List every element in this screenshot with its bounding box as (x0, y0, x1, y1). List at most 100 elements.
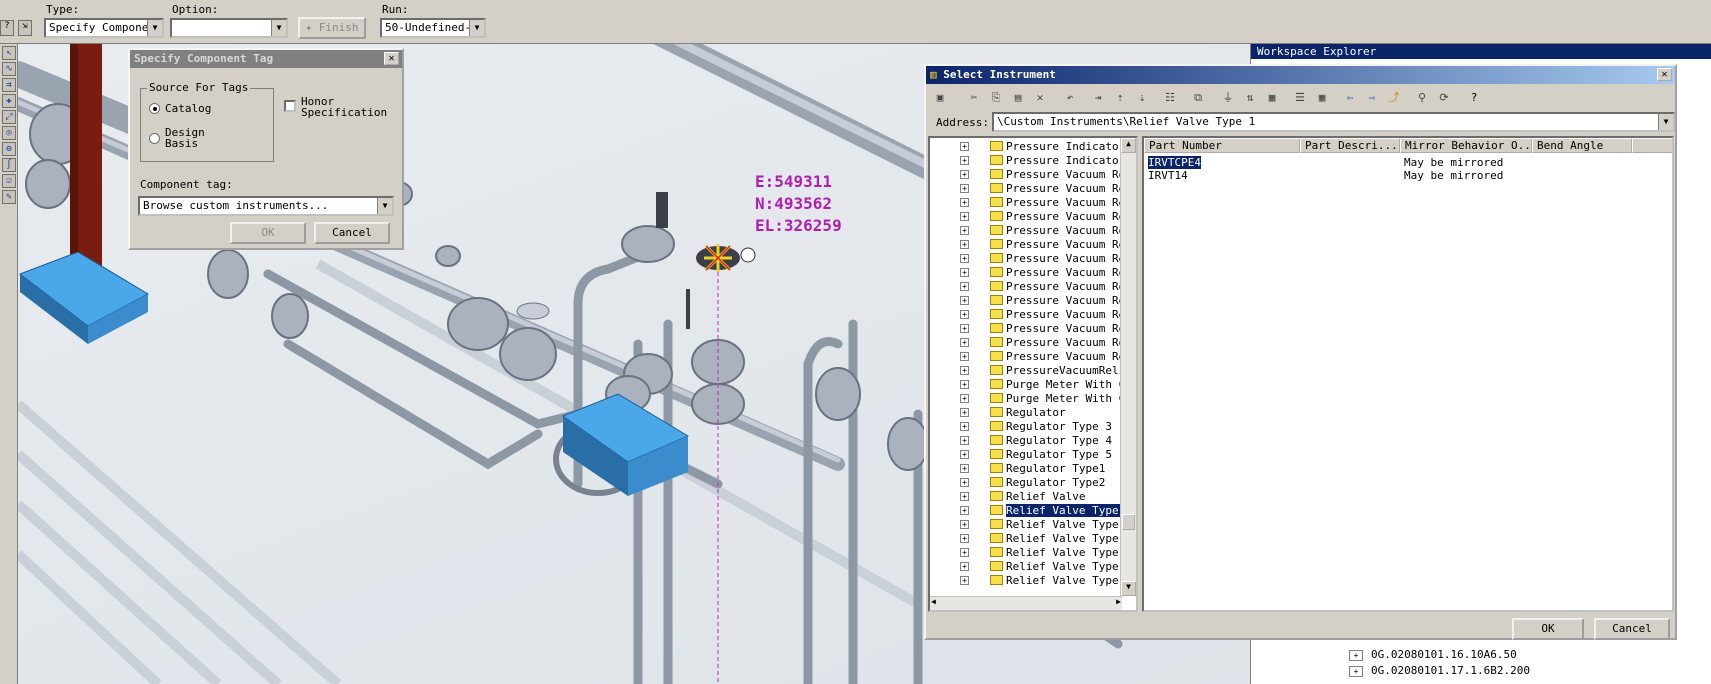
tree-item[interactable]: + Pressure Indicator (930, 154, 1122, 167)
pipe-icon[interactable]: ⇉ (2, 78, 16, 92)
tree-item[interactable]: + Relief Valve Type 4 (930, 546, 1122, 559)
filter-icon[interactable]: ⏚ (1218, 89, 1238, 109)
find-icon[interactable]: ⚲ (1412, 89, 1432, 109)
expand-icon[interactable]: + (960, 562, 969, 571)
help-icon[interactable]: ? (1464, 89, 1484, 109)
column-header[interactable]: Mirror Behavior O... (1400, 138, 1532, 153)
option-select[interactable]: ▼ (170, 18, 288, 38)
tool-icon[interactable]: ✎ (2, 190, 16, 204)
list-icon[interactable]: ▦ (1262, 89, 1282, 109)
expand-icon[interactable]: + (960, 198, 969, 207)
tree-item[interactable]: + Pressure Vacuum Reli (930, 308, 1122, 321)
expand-icon[interactable]: + (960, 296, 969, 305)
tree-item[interactable]: + Pressure Vacuum Reli (930, 294, 1122, 307)
column-header[interactable]: Part Descri... (1300, 138, 1400, 153)
tree-hscrollbar[interactable]: ◀ ▶ (930, 596, 1122, 610)
chevron-down-icon[interactable]: ▼ (1658, 114, 1673, 130)
bend-icon[interactable]: ∫ (2, 158, 16, 172)
tree-scrollbar[interactable]: ▲ ▼ (1120, 138, 1136, 596)
expand-icon[interactable]: + (960, 380, 969, 389)
catalog-tree[interactable]: + Pressure Indicator + Pressure Indicator + P… (928, 136, 1138, 612)
run-select[interactable]: 50-Undefined-0 ▼ (380, 18, 486, 38)
route-icon[interactable]: ∿ (2, 62, 16, 76)
expand-icon[interactable]: + (960, 212, 969, 221)
tree-item[interactable]: + Regulator Type2 (930, 476, 1122, 489)
tree-item[interactable]: + Pressure Vacuum Reli (930, 168, 1122, 181)
tree-item[interactable]: + Pressure Vacuum Reli (930, 350, 1122, 363)
expand-icon[interactable]: + (960, 170, 969, 179)
scroll-up-icon[interactable]: ▲ (1121, 138, 1136, 153)
expand-icon[interactable]: + (960, 240, 969, 249)
expand-icon[interactable]: + (960, 478, 969, 487)
scroll-left-icon[interactable]: ◀ (931, 597, 936, 606)
tree-item[interactable]: + Regulator Type 3 (930, 420, 1122, 433)
expand-icon[interactable]: + (960, 352, 969, 361)
expand-icon[interactable]: + (1349, 666, 1363, 677)
tree-item[interactable]: + Regulator (930, 406, 1122, 419)
workspace-item[interactable]: 0G.02080101.17.1.6B2.200 (1371, 664, 1530, 677)
expand-icon[interactable]: + (960, 576, 969, 585)
tree-item[interactable]: + Pressure Vacuum Reli (930, 252, 1122, 265)
tree-item[interactable]: + Pressure Vacuum Reli (930, 196, 1122, 209)
insert-icon[interactable]: ✚ (2, 94, 16, 108)
expand-icon[interactable]: + (960, 436, 969, 445)
copy-icon[interactable]: ⎘ (986, 89, 1006, 109)
select-icon[interactable]: ⇲ (18, 20, 32, 36)
honor-spec-checkbox[interactable] (284, 100, 296, 112)
expand-icon[interactable]: + (960, 548, 969, 557)
chevron-down-icon[interactable]: ▼ (147, 20, 162, 36)
expand-icon[interactable]: + (960, 422, 969, 431)
close-icon[interactable]: ✕ (384, 52, 399, 65)
cancel-button[interactable]: Cancel (314, 222, 390, 244)
scroll-thumb[interactable] (1122, 514, 1135, 530)
expand-icon[interactable]: + (960, 506, 969, 515)
cut-icon[interactable]: ✂ (964, 89, 984, 109)
tree-item[interactable]: + Purge Meter With Con (930, 392, 1122, 405)
tree-item[interactable]: + Pressure Vacuum Reli (930, 280, 1122, 293)
details-icon[interactable]: ☰ (1290, 89, 1310, 109)
ok-button[interactable]: OK (230, 222, 306, 244)
spool-icon[interactable]: ◎ (2, 126, 16, 140)
sort-icon[interactable]: ⇅ (1240, 89, 1260, 109)
tree-item[interactable]: + Pressure Vacuum Reli (930, 266, 1122, 279)
expand-icon[interactable]: + (960, 324, 969, 333)
component-tag-select[interactable]: Browse custom instruments... ▼ (138, 196, 394, 216)
view-icon[interactable]: ⧉ (1188, 89, 1208, 109)
check-icon[interactable]: ☑ (2, 174, 16, 188)
catalog-radio[interactable] (149, 103, 160, 114)
scroll-right-icon[interactable]: ▶ (1116, 597, 1121, 606)
expand-icon[interactable]: + (960, 534, 969, 543)
tree-item[interactable]: + Relief Valve Type 3 (930, 532, 1122, 545)
tree-item[interactable]: + Relief Valve Type 6 (930, 574, 1122, 587)
pointer-icon[interactable]: ↖ (2, 46, 16, 60)
part-number-cell[interactable]: IRVTCPE4 (1148, 156, 1201, 169)
tree-item[interactable]: + Pressure Vacuum Reli (930, 322, 1122, 335)
delete-icon[interactable]: ✕ (1030, 89, 1050, 109)
expand-icon[interactable]: + (960, 464, 969, 473)
expand-icon[interactable]: + (960, 282, 969, 291)
tree-item[interactable]: + Pressure Vacuum Reli (930, 210, 1122, 223)
expand-icon[interactable]: + (960, 310, 969, 319)
ok-button[interactable]: OK (1512, 618, 1584, 640)
properties-icon[interactable]: ? (0, 20, 14, 36)
move-up-icon[interactable]: ⇡ (1110, 89, 1130, 109)
tree-item[interactable]: + Purge Meter With Con (930, 378, 1122, 391)
mirror-cell[interactable]: May be mirrored (1404, 169, 1503, 182)
chevron-down-icon[interactable]: ▼ (377, 198, 392, 214)
expand-icon[interactable]: + (960, 268, 969, 277)
save-icon[interactable]: ▣ (930, 89, 950, 109)
tree-item[interactable]: + Regulator Type 5 (930, 448, 1122, 461)
column-header[interactable]: Part Number (1144, 138, 1300, 153)
parts-grid[interactable]: Part Number Part Descri... Mirror Behavi… (1142, 136, 1674, 612)
chevron-down-icon[interactable]: ▼ (271, 20, 286, 36)
workspace-item[interactable]: 0G.02080101.16.10A6.50 (1371, 648, 1517, 661)
tree-item[interactable]: + Pressure Indicator (930, 140, 1122, 153)
expand-icon[interactable]: + (1349, 650, 1363, 661)
cancel-button[interactable]: Cancel (1594, 618, 1670, 640)
component-icon[interactable]: ⚙ (2, 142, 16, 156)
back-icon[interactable]: ⇦ (1340, 89, 1360, 109)
expand-icon[interactable]: + (960, 492, 969, 501)
tree-item[interactable]: + Relief Valve Type 5 (930, 560, 1122, 573)
move-down-icon[interactable]: ⇣ (1132, 89, 1152, 109)
expand-icon[interactable]: + (960, 254, 969, 263)
